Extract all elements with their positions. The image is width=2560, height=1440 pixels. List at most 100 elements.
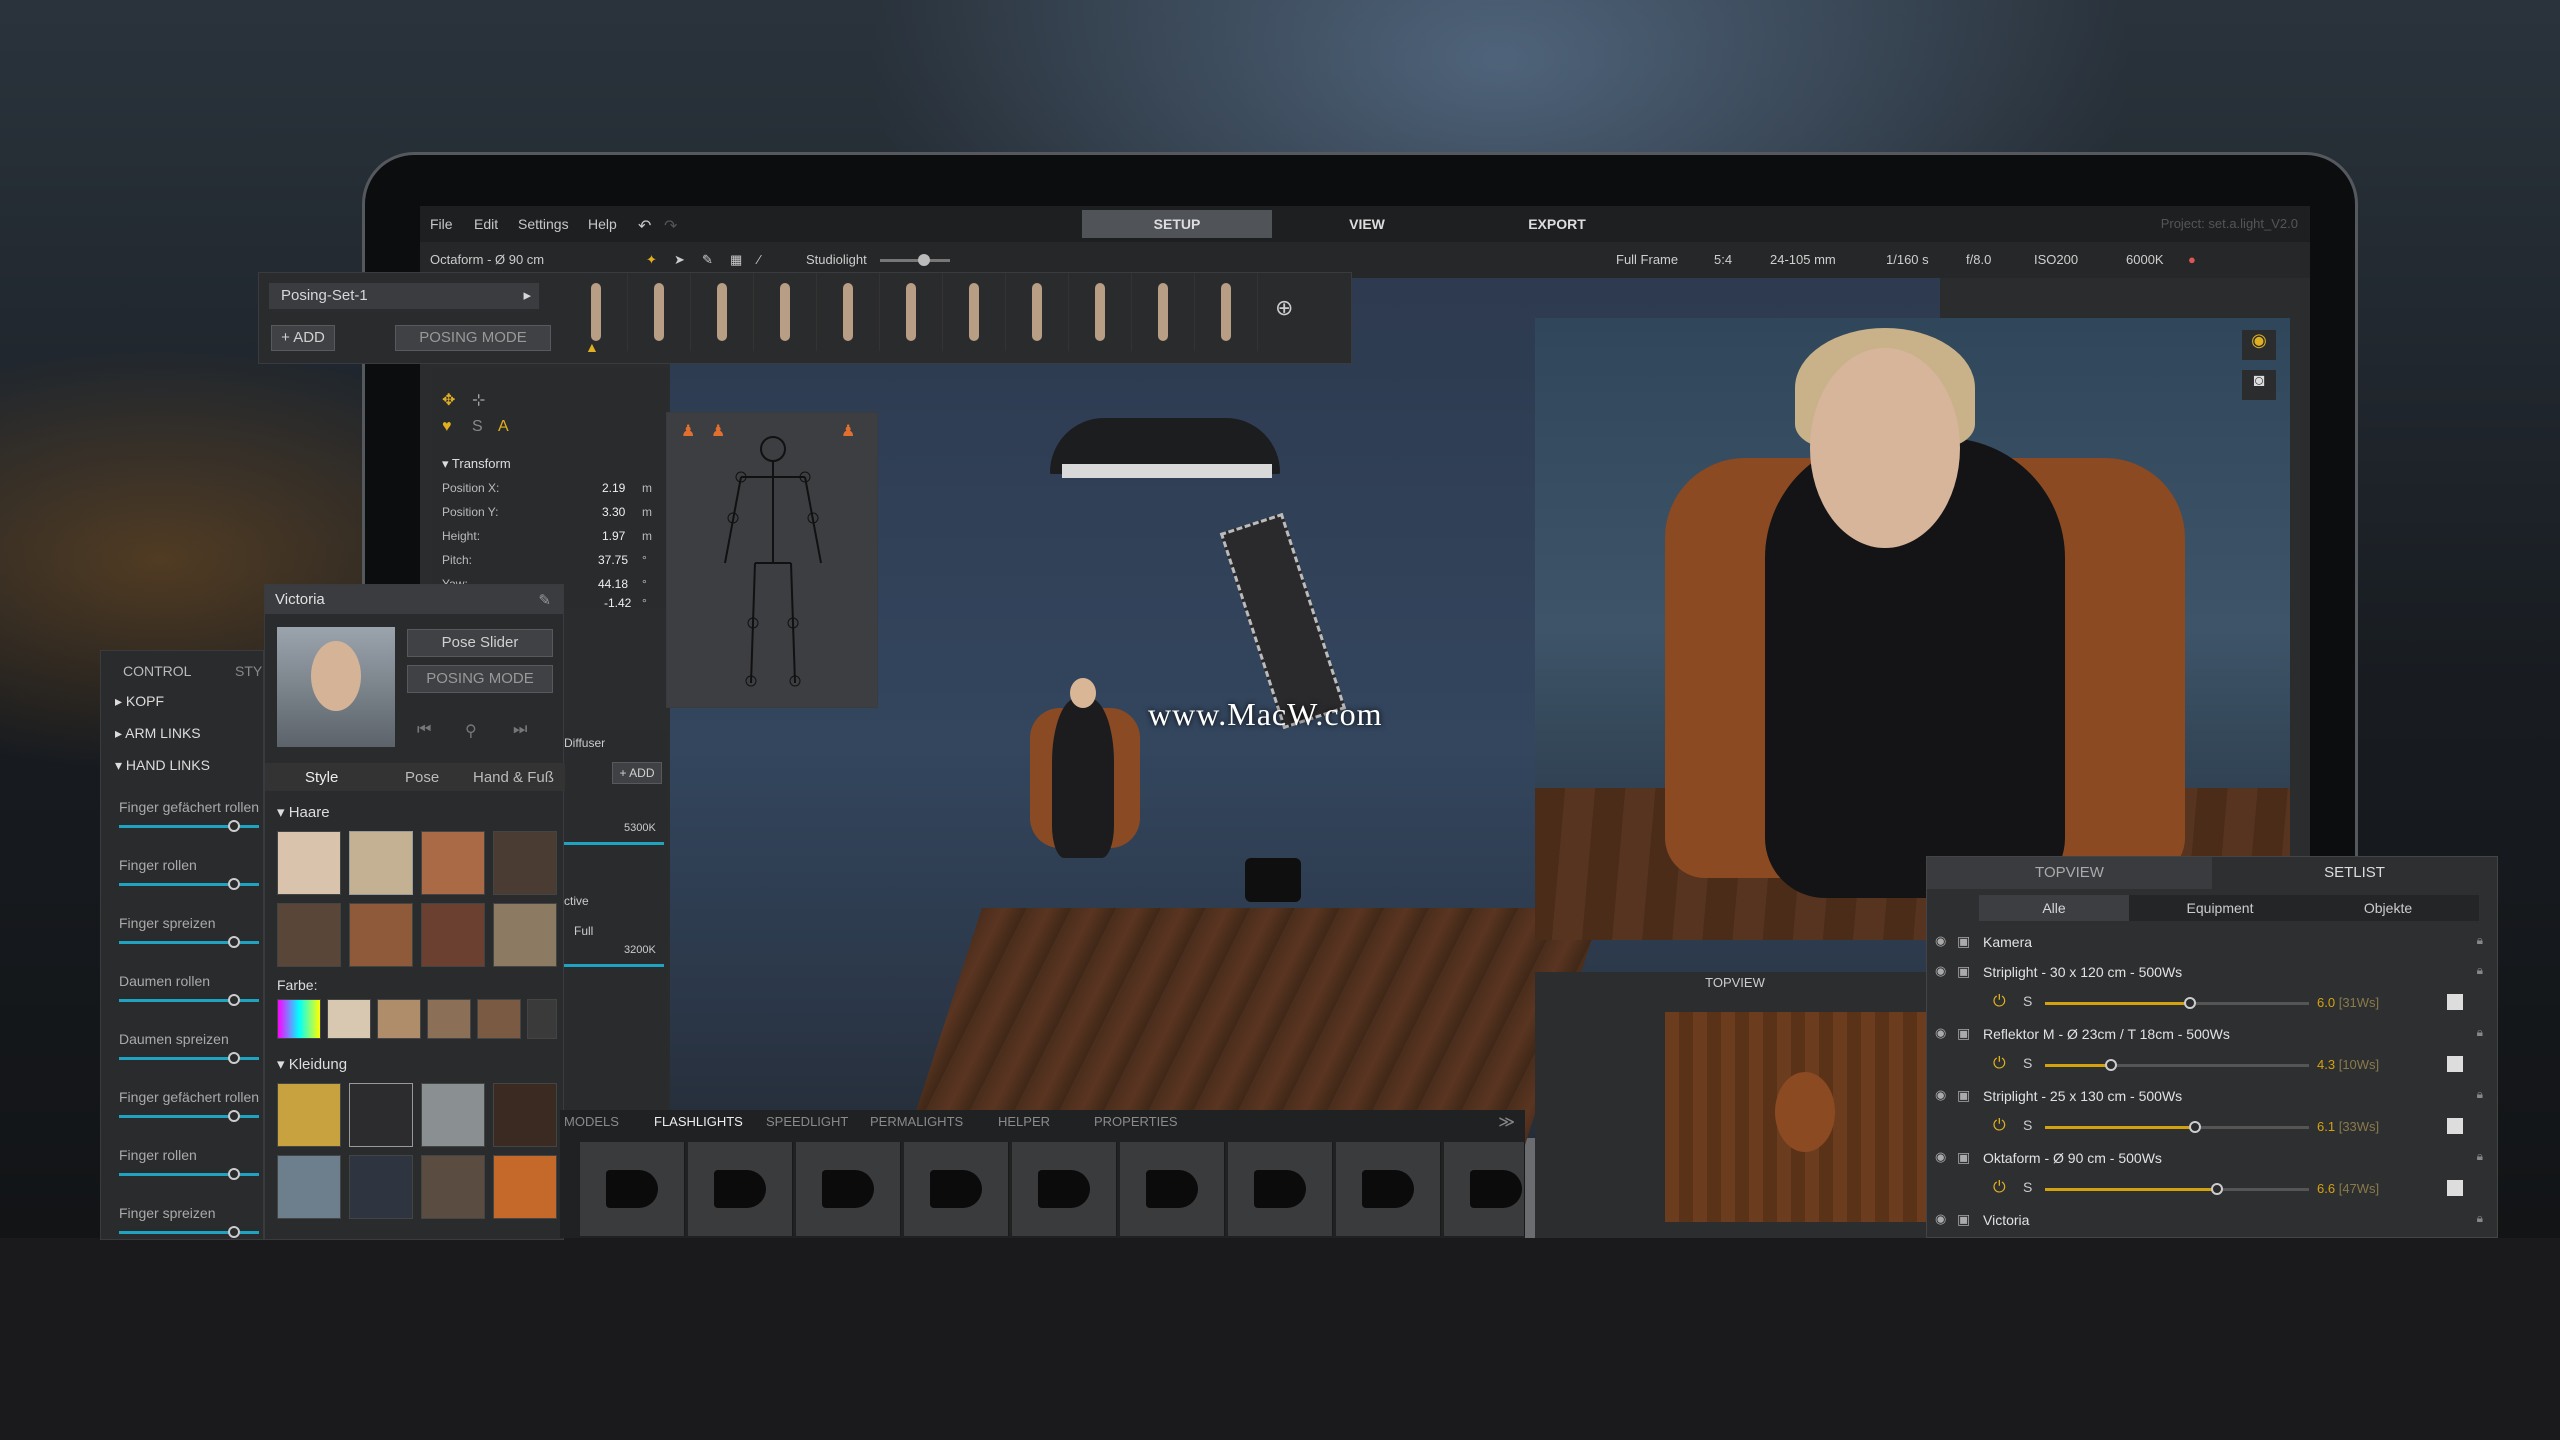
slider-knob[interactable] [227,1110,240,1122]
hair-thumb[interactable] [277,903,341,967]
disable-toggle[interactable] [2447,1180,2463,1196]
tab-helper[interactable]: HELPER [998,1114,1050,1129]
hair-thumb[interactable] [277,831,341,895]
body-joint-diagram[interactable] [667,413,879,709]
model-portrait[interactable] [277,627,395,747]
setlist-item[interactable]: ◉ ▣ Striplight - 30 x 120 cm - 500Ws 🔒︎ [1927,957,2497,987]
clothing-thumb[interactable] [421,1155,485,1219]
pose-thumb[interactable] [1069,273,1132,351]
clothing-thumb[interactable] [493,1083,557,1147]
lamp-item[interactable] [904,1142,1009,1236]
slider-knob[interactable] [227,1168,240,1180]
clothing-thumb[interactable] [493,1155,557,1219]
position-y-value[interactable]: 3.30 [602,505,625,519]
prev-icon[interactable]: ⏮ [417,721,431,739]
lock-icon[interactable]: 🔒︎ [2477,963,2483,978]
topview-panel[interactable]: TOPVIEW [1535,972,1935,1238]
filter-objekte[interactable]: Objekte [2313,895,2463,921]
color-swatch[interactable] [527,999,557,1039]
posing-add-button[interactable]: + ADD [271,325,335,351]
slider-knob[interactable] [227,1226,240,1238]
camera-icon[interactable]: ◙ [2242,370,2276,400]
color-swatch[interactable] [477,999,521,1039]
finger-slider[interactable] [119,936,259,948]
power-icon[interactable]: ⏻ [1993,993,2006,1011]
pose-thumb[interactable] [1195,273,1258,351]
studio-camera[interactable] [1245,858,1301,902]
tab-view[interactable]: VIEW [1272,210,1462,238]
clothing-section[interactable]: ▾ Kleidung [277,1055,347,1073]
iso-select[interactable]: ISO200 [2034,252,2078,267]
finger-slider[interactable] [119,1110,259,1122]
lens-select[interactable]: 24-105 mm [1770,252,1836,267]
menu-settings[interactable]: Settings [518,216,569,232]
posing-mode-button[interactable]: POSING MODE [395,325,551,351]
hair-thumb[interactable] [349,831,413,895]
pose-slider-button[interactable]: Pose Slider [407,629,553,657]
lamp-item[interactable] [796,1142,901,1236]
camera-preview[interactable]: ◉ ◙ [1535,318,2290,940]
disable-toggle[interactable] [2447,994,2463,1010]
setlist-item[interactable]: ◉ ▣ Kamera 🔒︎ [1927,927,2497,957]
ratio-select[interactable]: 5:4 [1714,252,1732,267]
redo-icon[interactable]: ↷ [664,216,677,236]
pitch-value[interactable]: 37.75 [598,553,628,567]
slider-knob[interactable] [227,1052,240,1064]
color-swatch[interactable] [377,999,421,1039]
power-slider-knob[interactable] [2210,1183,2223,1195]
clothing-thumb[interactable] [349,1155,413,1219]
lock-icon[interactable]: 🔒︎ [2477,933,2483,948]
tab-pose[interactable]: Pose [405,769,439,786]
heart-tool-icon[interactable]: ♥ [442,418,452,436]
timeline-marker-icon[interactable]: ▲ [585,339,599,355]
s-tool-icon[interactable]: S [472,418,483,436]
grid-icon[interactable]: ▦ [730,252,742,268]
lamp-item[interactable] [1120,1142,1225,1236]
lamp-item[interactable] [1012,1142,1117,1236]
studiolight-slider[interactable] [880,254,950,266]
lamp-item[interactable] [580,1142,685,1236]
posing-set-select[interactable]: Posing-Set-1 ▸ [269,283,539,309]
color-temp-slider-2[interactable] [564,964,664,967]
menu-file[interactable]: File [430,216,453,232]
frame-select[interactable]: Full Frame [1616,252,1678,267]
color-wheel-icon[interactable]: ● [2188,252,2196,267]
hair-thumb[interactable] [421,831,485,895]
tab-export[interactable]: EXPORT [1462,210,1652,238]
slider-knob[interactable] [227,820,240,832]
hair-thumb[interactable] [349,903,413,967]
pencil-icon[interactable]: ✎ [702,252,713,268]
lamp-item[interactable] [1228,1142,1333,1236]
tab-setup[interactable]: SETUP [1082,210,1272,238]
clothing-thumb[interactable] [349,1083,413,1147]
body-part-selector[interactable]: ♟ ♟ ♟ [666,412,878,708]
filter-alle[interactable]: Alle [1979,895,2129,921]
color-swatch[interactable] [277,999,321,1039]
kelvin-select[interactable]: 6000K [2126,252,2164,267]
pose-thumb[interactable] [1132,273,1195,351]
power-icon[interactable]: ⏻ [1993,1117,2006,1135]
control-item-hand-links[interactable]: ▾ HAND LINKS [115,757,210,774]
pose-thumb[interactable] [817,273,880,351]
color-swatch[interactable] [327,999,371,1039]
control-item-arm-links[interactable]: ▸ ARM LINKS [115,725,201,742]
power-slider-knob[interactable] [2184,997,2197,1009]
power-icon[interactable]: ⏻ [1993,1179,2006,1197]
tab-control[interactable]: CONTROL [123,663,191,679]
figure-icon[interactable]: ⚲ [465,721,477,741]
hair-section[interactable]: ▾ Haare [277,803,330,821]
align-tool-icon[interactable]: ⊹ [472,390,485,410]
roll-value[interactable]: -1.42 [604,596,631,610]
visibility-eye-icon[interactable]: ◉ [1935,1211,1946,1227]
control-item-kopf[interactable]: ▸ KOPF [115,693,164,710]
collapse-icon[interactable]: ≫ [1498,1112,1515,1132]
slider-knob[interactable] [227,936,240,948]
model-posing-mode-button[interactable]: POSING MODE [407,665,553,693]
lock-icon[interactable]: 🔒︎ [2477,1211,2483,1226]
aperture-select[interactable]: f/8.0 [1966,252,1991,267]
setlist-item[interactable]: ◉ ▣ Striplight - 25 x 130 cm - 500Ws 🔒︎ [1927,1081,2497,1111]
tab-properties[interactable]: PROPERTIES [1094,1114,1178,1129]
pose-thumb[interactable] [1006,273,1069,351]
disable-toggle[interactable] [2447,1056,2463,1072]
a-tool-icon[interactable]: A [498,418,509,436]
